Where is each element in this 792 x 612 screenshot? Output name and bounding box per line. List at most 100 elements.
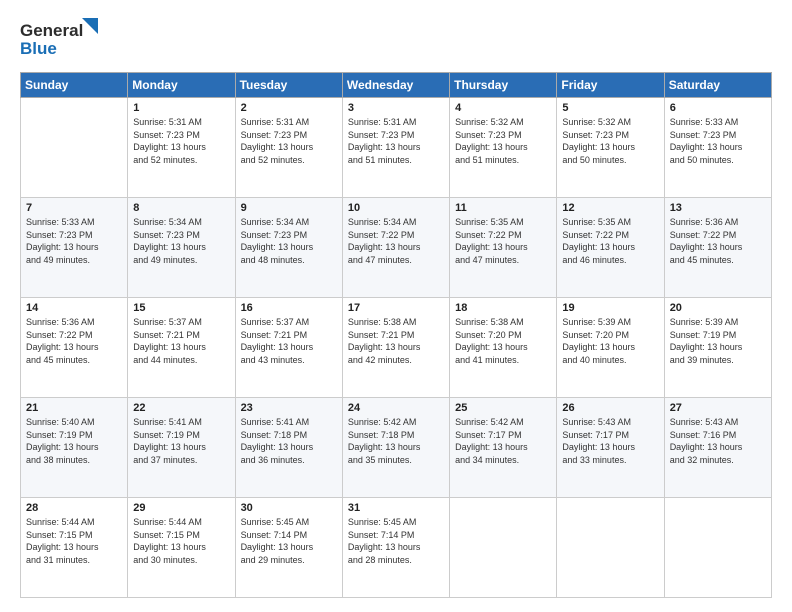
calendar-cell: 11Sunrise: 5:35 AM Sunset: 7:22 PM Dayli… — [450, 198, 557, 298]
day-number: 24 — [348, 402, 444, 414]
day-info: Sunrise: 5:39 AM Sunset: 7:19 PM Dayligh… — [670, 316, 766, 366]
day-number: 17 — [348, 302, 444, 314]
day-info: Sunrise: 5:44 AM Sunset: 7:15 PM Dayligh… — [26, 516, 122, 566]
svg-text:General: General — [20, 21, 83, 40]
calendar-cell: 4 Sunrise: 5:32 AM Sunset: 7:23 PM Daylig… — [450, 98, 557, 198]
day-info: Sunrise: 5:31 AM Sunset: 7:23 PM Dayligh… — [241, 116, 337, 166]
day-number: 16 — [241, 302, 337, 314]
calendar-cell: 20 Sunrise: 5:39 AM Sunset: 7:19 PM Dayli… — [664, 298, 771, 398]
calendar-cell: 5 Sunrise: 5:32 AM Sunset: 7:23 PM Daylig… — [557, 98, 664, 198]
day-info: Sunrise: 5:45 AM Sunset: 7:14 PM Dayligh… — [241, 516, 337, 566]
day-info: Sunrise: 5:33 AM Sunset: 7:23 PM Dayligh… — [670, 116, 766, 166]
svg-text:Blue: Blue — [20, 39, 57, 58]
calendar-cell: 24 Sunrise: 5:42 AM Sunset: 7:18 PM Dayli… — [342, 398, 449, 498]
day-info: Sunrise: 5:36 AM Sunset: 7:22 PM Dayligh… — [26, 316, 122, 366]
day-info: Sunrise: 5:32 AM Sunset: 7:23 PM Dayligh… — [562, 116, 658, 166]
week-row-3: 21 Sunrise: 5:40 AM Sunset: 7:19 PM Dayli… — [21, 398, 772, 498]
calendar-cell: 16Sunrise: 5:37 AM Sunset: 7:21 PM Dayli… — [235, 298, 342, 398]
weekday-header-monday: Monday — [128, 73, 235, 98]
day-number: 1 — [133, 102, 229, 114]
day-number: 4 — [455, 102, 551, 114]
calendar-cell — [664, 498, 771, 598]
weekday-header-saturday: Saturday — [664, 73, 771, 98]
calendar-cell: 19 Sunrise: 5:39 AM Sunset: 7:20 PM Dayli… — [557, 298, 664, 398]
day-info: Sunrise: 5:31 AM Sunset: 7:23 PM Dayligh… — [348, 116, 444, 166]
calendar-cell: 1Sunrise: 5:31 AM Sunset: 7:23 PM Daylig… — [128, 98, 235, 198]
day-number: 20 — [670, 302, 766, 314]
day-info: Sunrise: 5:42 AM Sunset: 7:18 PM Dayligh… — [348, 416, 444, 466]
calendar-cell: 7 Sunrise: 5:33 AM Sunset: 7:23 PM Daylig… — [21, 198, 128, 298]
calendar-cell: 27 Sunrise: 5:43 AM Sunset: 7:16 PM Dayli… — [664, 398, 771, 498]
calendar-cell: 17 Sunrise: 5:38 AM Sunset: 7:21 PM Dayli… — [342, 298, 449, 398]
day-number: 8 — [133, 202, 229, 214]
calendar-cell: 13 Sunrise: 5:36 AM Sunset: 7:22 PM Dayli… — [664, 198, 771, 298]
day-number: 13 — [670, 202, 766, 214]
day-number: 26 — [562, 402, 658, 414]
calendar-cell: 14Sunrise: 5:36 AM Sunset: 7:22 PM Dayli… — [21, 298, 128, 398]
week-row-2: 14Sunrise: 5:36 AM Sunset: 7:22 PM Dayli… — [21, 298, 772, 398]
weekday-header-row: SundayMondayTuesdayWednesdayThursdayFrid… — [21, 73, 772, 98]
calendar-cell — [450, 498, 557, 598]
logo: GeneralBlue — [20, 18, 100, 62]
calendar-cell: 2Sunrise: 5:31 AM Sunset: 7:23 PM Daylig… — [235, 98, 342, 198]
day-number: 27 — [670, 402, 766, 414]
calendar-cell — [21, 98, 128, 198]
day-info: Sunrise: 5:43 AM Sunset: 7:16 PM Dayligh… — [670, 416, 766, 466]
calendar-cell: 10 Sunrise: 5:34 AM Sunset: 7:22 PM Dayli… — [342, 198, 449, 298]
page: GeneralBlue SundayMondayTuesdayWednesday… — [0, 0, 792, 612]
day-info: Sunrise: 5:42 AM Sunset: 7:17 PM Dayligh… — [455, 416, 551, 466]
day-number: 21 — [26, 402, 122, 414]
calendar-cell: 6 Sunrise: 5:33 AM Sunset: 7:23 PM Daylig… — [664, 98, 771, 198]
day-info: Sunrise: 5:35 AM Sunset: 7:22 PM Dayligh… — [562, 216, 658, 266]
day-info: Sunrise: 5:34 AM Sunset: 7:23 PM Dayligh… — [241, 216, 337, 266]
day-info: Sunrise: 5:41 AM Sunset: 7:18 PM Dayligh… — [241, 416, 337, 466]
day-number: 12 — [562, 202, 658, 214]
weekday-header-friday: Friday — [557, 73, 664, 98]
calendar-cell: 30 Sunrise: 5:45 AM Sunset: 7:14 PM Dayli… — [235, 498, 342, 598]
calendar-cell: 21 Sunrise: 5:40 AM Sunset: 7:19 PM Dayli… — [21, 398, 128, 498]
day-info: Sunrise: 5:34 AM Sunset: 7:23 PM Dayligh… — [133, 216, 229, 266]
day-info: Sunrise: 5:43 AM Sunset: 7:17 PM Dayligh… — [562, 416, 658, 466]
calendar-cell: 31 Sunrise: 5:45 AM Sunset: 7:14 PM Dayli… — [342, 498, 449, 598]
day-number: 23 — [241, 402, 337, 414]
calendar-cell: 23 Sunrise: 5:41 AM Sunset: 7:18 PM Dayli… — [235, 398, 342, 498]
day-info: Sunrise: 5:34 AM Sunset: 7:22 PM Dayligh… — [348, 216, 444, 266]
day-number: 11 — [455, 202, 551, 214]
day-number: 7 — [26, 202, 122, 214]
day-info: Sunrise: 5:32 AM Sunset: 7:23 PM Dayligh… — [455, 116, 551, 166]
day-info: Sunrise: 5:38 AM Sunset: 7:21 PM Dayligh… — [348, 316, 444, 366]
calendar-cell: 26 Sunrise: 5:43 AM Sunset: 7:17 PM Dayli… — [557, 398, 664, 498]
day-info: Sunrise: 5:45 AM Sunset: 7:14 PM Dayligh… — [348, 516, 444, 566]
calendar-cell: 15Sunrise: 5:37 AM Sunset: 7:21 PM Dayli… — [128, 298, 235, 398]
day-info: Sunrise: 5:40 AM Sunset: 7:19 PM Dayligh… — [26, 416, 122, 466]
calendar-cell: 22Sunrise: 5:41 AM Sunset: 7:19 PM Dayli… — [128, 398, 235, 498]
logo-svg: GeneralBlue — [20, 18, 100, 62]
week-row-1: 7 Sunrise: 5:33 AM Sunset: 7:23 PM Daylig… — [21, 198, 772, 298]
calendar-cell: 18 Sunrise: 5:38 AM Sunset: 7:20 PM Dayli… — [450, 298, 557, 398]
day-number: 30 — [241, 502, 337, 514]
weekday-header-thursday: Thursday — [450, 73, 557, 98]
day-info: Sunrise: 5:38 AM Sunset: 7:20 PM Dayligh… — [455, 316, 551, 366]
day-info: Sunrise: 5:33 AM Sunset: 7:23 PM Dayligh… — [26, 216, 122, 266]
day-number: 29 — [133, 502, 229, 514]
header: GeneralBlue — [20, 18, 772, 62]
day-info: Sunrise: 5:37 AM Sunset: 7:21 PM Dayligh… — [133, 316, 229, 366]
calendar-cell: 25Sunrise: 5:42 AM Sunset: 7:17 PM Dayli… — [450, 398, 557, 498]
calendar-cell: 8 Sunrise: 5:34 AM Sunset: 7:23 PM Daylig… — [128, 198, 235, 298]
day-number: 19 — [562, 302, 658, 314]
weekday-header-sunday: Sunday — [21, 73, 128, 98]
day-number: 3 — [348, 102, 444, 114]
day-number: 31 — [348, 502, 444, 514]
day-number: 9 — [241, 202, 337, 214]
day-info: Sunrise: 5:44 AM Sunset: 7:15 PM Dayligh… — [133, 516, 229, 566]
day-number: 5 — [562, 102, 658, 114]
day-number: 10 — [348, 202, 444, 214]
day-info: Sunrise: 5:36 AM Sunset: 7:22 PM Dayligh… — [670, 216, 766, 266]
day-info: Sunrise: 5:39 AM Sunset: 7:20 PM Dayligh… — [562, 316, 658, 366]
calendar-cell: 12 Sunrise: 5:35 AM Sunset: 7:22 PM Dayli… — [557, 198, 664, 298]
day-number: 6 — [670, 102, 766, 114]
day-number: 18 — [455, 302, 551, 314]
day-number: 22 — [133, 402, 229, 414]
weekday-header-tuesday: Tuesday — [235, 73, 342, 98]
calendar-cell: 29 Sunrise: 5:44 AM Sunset: 7:15 PM Dayli… — [128, 498, 235, 598]
